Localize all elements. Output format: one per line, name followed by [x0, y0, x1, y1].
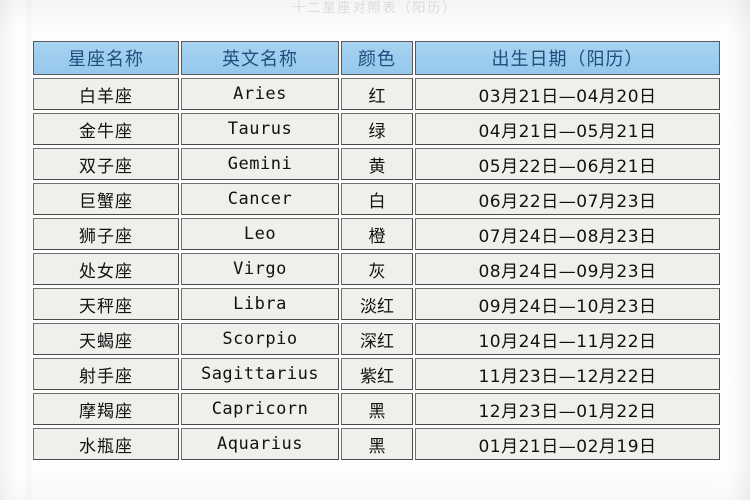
zodiac-color-cell: 深红	[341, 323, 413, 355]
page-top-caption: 十二星座对照表（阳历）	[292, 1, 458, 15]
zodiac-birthdate-cell: 06月22日—07月23日	[415, 183, 720, 215]
zodiac-english-name-cell: Aquarius	[181, 428, 339, 460]
zodiac-english-name-cell: Cancer	[181, 183, 339, 215]
table-row: 射手座 Sagittarius 紫红 11月23日—12月22日	[33, 358, 720, 390]
zodiac-birthdate-cell: 09月24日—10月23日	[415, 288, 720, 320]
page-right-margin	[718, 0, 750, 500]
zodiac-birthdate-cell: 11月23日—12月22日	[415, 358, 720, 390]
zodiac-reference-page: 十二星座对照表（阳历） 星座名称 英文名称 颜色 出生日期（阳历） 白羊座 Ari…	[0, 0, 750, 500]
table-row: 摩羯座 Capricorn 黑 12月23日—01月22日	[33, 393, 720, 425]
zodiac-name-cell: 处女座	[33, 253, 179, 285]
table-row: 白羊座 Aries 红 03月21日—04月20日	[33, 78, 720, 110]
table-row: 水瓶座 Aquarius 黑 01月21日—02月19日	[33, 428, 720, 460]
table-row: 金牛座 Taurus 绿 04月21日—05月21日	[33, 113, 720, 145]
zodiac-table: 星座名称 英文名称 颜色 出生日期（阳历） 白羊座 Aries 红 03月21日—04…	[31, 38, 722, 463]
zodiac-table-body: 白羊座 Aries 红 03月21日—04月20日 金牛座 Taurus 绿 04月21日—0…	[33, 78, 720, 460]
zodiac-name-cell: 金牛座	[33, 113, 179, 145]
zodiac-english-name-cell: Aries	[181, 78, 339, 110]
zodiac-name-cell: 射手座	[33, 358, 179, 390]
zodiac-english-name-cell: Libra	[181, 288, 339, 320]
zodiac-name-cell: 白羊座	[33, 78, 179, 110]
zodiac-name-cell: 摩羯座	[33, 393, 179, 425]
column-header-birthdate: 出生日期（阳历）	[415, 41, 720, 75]
zodiac-english-name-cell: Gemini	[181, 148, 339, 180]
zodiac-color-cell: 绿	[341, 113, 413, 145]
zodiac-birthdate-cell: 10月24日—11月22日	[415, 323, 720, 355]
zodiac-birthdate-cell: 12月23日—01月22日	[415, 393, 720, 425]
zodiac-birthdate-cell: 05月22日—06月21日	[415, 148, 720, 180]
zodiac-color-cell: 淡红	[341, 288, 413, 320]
table-row: 天蝎座 Scorpio 深红 10月24日—11月22日	[33, 323, 720, 355]
zodiac-english-name-cell: Scorpio	[181, 323, 339, 355]
zodiac-name-cell: 狮子座	[33, 218, 179, 250]
zodiac-english-name-cell: Sagittarius	[181, 358, 339, 390]
zodiac-name-cell: 天蝎座	[33, 323, 179, 355]
zodiac-color-cell: 黄	[341, 148, 413, 180]
zodiac-color-cell: 黑	[341, 393, 413, 425]
zodiac-color-cell: 紫红	[341, 358, 413, 390]
zodiac-color-cell: 红	[341, 78, 413, 110]
zodiac-birthdate-cell: 08月24日—09月23日	[415, 253, 720, 285]
zodiac-color-cell: 橙	[341, 218, 413, 250]
zodiac-english-name-cell: Virgo	[181, 253, 339, 285]
zodiac-birthdate-cell: 07月24日—08月23日	[415, 218, 720, 250]
zodiac-color-cell: 黑	[341, 428, 413, 460]
zodiac-birthdate-cell: 04月21日—05月21日	[415, 113, 720, 145]
zodiac-color-cell: 白	[341, 183, 413, 215]
zodiac-table-container: 星座名称 英文名称 颜色 出生日期（阳历） 白羊座 Aries 红 03月21日—04…	[31, 38, 720, 463]
zodiac-name-cell: 水瓶座	[33, 428, 179, 460]
zodiac-english-name-cell: Taurus	[181, 113, 339, 145]
zodiac-english-name-cell: Capricorn	[181, 393, 339, 425]
column-header-english: 英文名称	[181, 41, 339, 75]
table-row: 处女座 Virgo 灰 08月24日—09月23日	[33, 253, 720, 285]
zodiac-birthdate-cell: 03月21日—04月20日	[415, 78, 720, 110]
table-row: 天秤座 Libra 淡红 09月24日—10月23日	[33, 288, 720, 320]
zodiac-birthdate-cell: 01月21日—02月19日	[415, 428, 720, 460]
table-row: 狮子座 Leo 橙 07月24日—08月23日	[33, 218, 720, 250]
page-left-margin	[0, 0, 31, 500]
zodiac-name-cell: 双子座	[33, 148, 179, 180]
zodiac-english-name-cell: Leo	[181, 218, 339, 250]
table-header-row: 星座名称 英文名称 颜色 出生日期（阳历）	[33, 41, 720, 75]
zodiac-color-cell: 灰	[341, 253, 413, 285]
column-header-name: 星座名称	[33, 41, 179, 75]
table-row: 巨蟹座 Cancer 白 06月22日—07月23日	[33, 183, 720, 215]
zodiac-name-cell: 天秤座	[33, 288, 179, 320]
table-row: 双子座 Gemini 黄 05月22日—06月21日	[33, 148, 720, 180]
zodiac-name-cell: 巨蟹座	[33, 183, 179, 215]
column-header-color: 颜色	[341, 41, 413, 75]
zodiac-table-header: 星座名称 英文名称 颜色 出生日期（阳历）	[33, 41, 720, 75]
